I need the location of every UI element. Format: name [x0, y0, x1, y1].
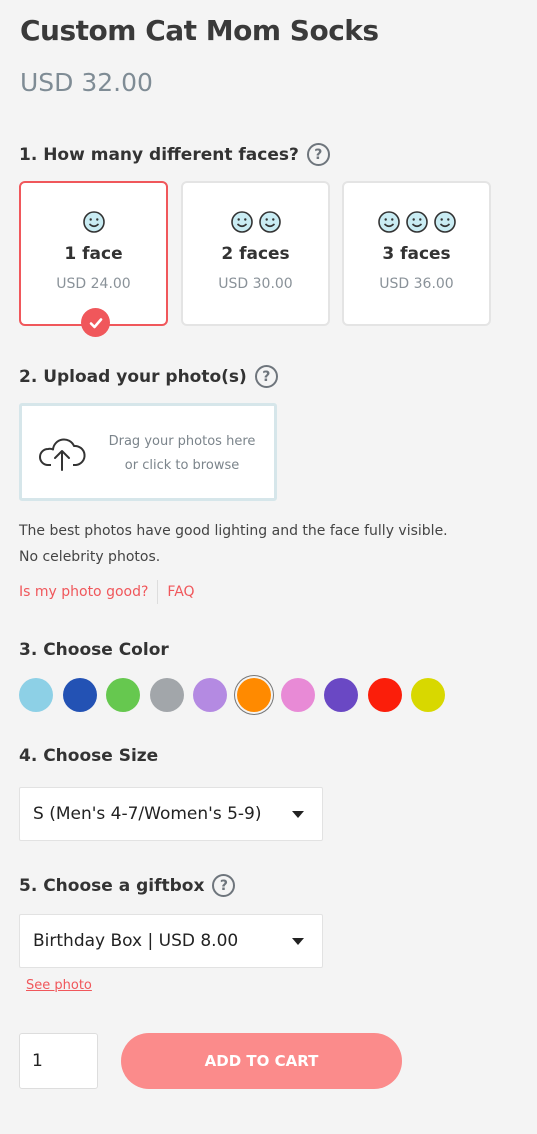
caret-down-icon [292, 811, 304, 818]
smiley-icon-group [183, 210, 328, 236]
color-swatch[interactable] [106, 678, 141, 712]
color-swatch[interactable] [367, 678, 402, 712]
faces-step-label: 1. How many different faces? ? [19, 143, 330, 166]
smiley-icon-group [21, 210, 166, 236]
color-swatch[interactable] [149, 678, 184, 712]
smiley-icon [433, 211, 456, 233]
faces-step-text: 1. How many different faces? [19, 144, 299, 165]
faces-help-icon[interactable]: ? [306, 143, 330, 166]
upload-line-2: or click to browse [124, 458, 240, 473]
add-to-cart-button[interactable]: ADD TO CART [121, 1033, 402, 1089]
upload-help-icon[interactable]: ? [254, 365, 278, 388]
smiley-icon [258, 211, 281, 233]
giftbox-select-value: Birthday Box | USD 8.00 [33, 931, 239, 951]
faq-link[interactable]: FAQ [167, 584, 194, 600]
face-option-label: 2 faces [221, 244, 290, 264]
color-step-label: 3. Choose Color [19, 640, 169, 660]
link-divider [157, 580, 159, 604]
face-option-1[interactable]: 1 face USD 24.00 [19, 181, 168, 337]
quantity-input[interactable] [19, 1033, 98, 1089]
size-select[interactable]: S (Men's 4-7/Women's 5-9) [19, 787, 323, 841]
size-select-value: S (Men's 4-7/Women's 5-9) [33, 804, 262, 824]
color-swatch[interactable] [411, 678, 446, 712]
photo-help-links: Is my photo good? FAQ [19, 580, 195, 604]
upload-instructions: Drag your photos here or click to browse [102, 430, 262, 478]
photo-hint-line-2: No celebrity photos. [19, 549, 161, 565]
product-price: USD 32.00 [20, 68, 153, 97]
photo-hint: The best photos have good lighting and t… [19, 518, 448, 570]
photo-hint-line-1: The best photos have good lighting and t… [19, 523, 448, 539]
giftbox-select[interactable]: Birthday Box | USD 8.00 [19, 914, 323, 968]
color-swatch[interactable] [280, 678, 315, 712]
face-option-price: USD 36.00 [379, 276, 454, 292]
cloud-upload-icon [39, 438, 86, 471]
giftbox-help-icon[interactable]: ? [212, 874, 236, 897]
size-step-label: 4. Choose Size [19, 746, 159, 766]
smiley-icon [230, 211, 253, 233]
upload-step-text: 2. Upload your photo(s) [19, 366, 247, 387]
see-photo-link[interactable]: See photo [26, 978, 92, 993]
face-option-2[interactable]: 2 faces USD 30.00 [181, 181, 330, 326]
giftbox-step-label: 5. Choose a giftbox ? [19, 874, 236, 897]
smiley-icon [405, 211, 428, 233]
selected-check-icon [81, 308, 110, 337]
upload-line-1: Drag your photos here [108, 434, 256, 449]
smiley-icon-group [344, 210, 489, 236]
caret-down-icon [292, 938, 304, 945]
giftbox-step-text: 5. Choose a giftbox [19, 875, 205, 896]
face-option-3[interactable]: 3 faces USD 36.00 [342, 181, 491, 326]
face-option-price: USD 30.00 [218, 276, 293, 292]
color-swatch[interactable] [237, 678, 271, 712]
upload-step-label: 2. Upload your photo(s) ? [19, 365, 278, 388]
color-swatch[interactable] [324, 678, 359, 712]
product-title: Custom Cat Mom Socks [20, 14, 379, 47]
color-swatch[interactable] [193, 678, 228, 712]
color-swatch[interactable] [62, 678, 97, 712]
face-option-label: 3 faces [382, 244, 451, 264]
color-swatch[interactable] [19, 678, 53, 712]
face-option-label: 1 face [64, 244, 123, 264]
smiley-icon [377, 211, 400, 233]
is-my-photo-good-link[interactable]: Is my photo good? [19, 584, 148, 600]
smiley-icon [82, 211, 105, 233]
photo-upload-dropzone[interactable]: Drag your photos here or click to browse [19, 403, 277, 501]
face-option-price: USD 24.00 [56, 276, 131, 292]
